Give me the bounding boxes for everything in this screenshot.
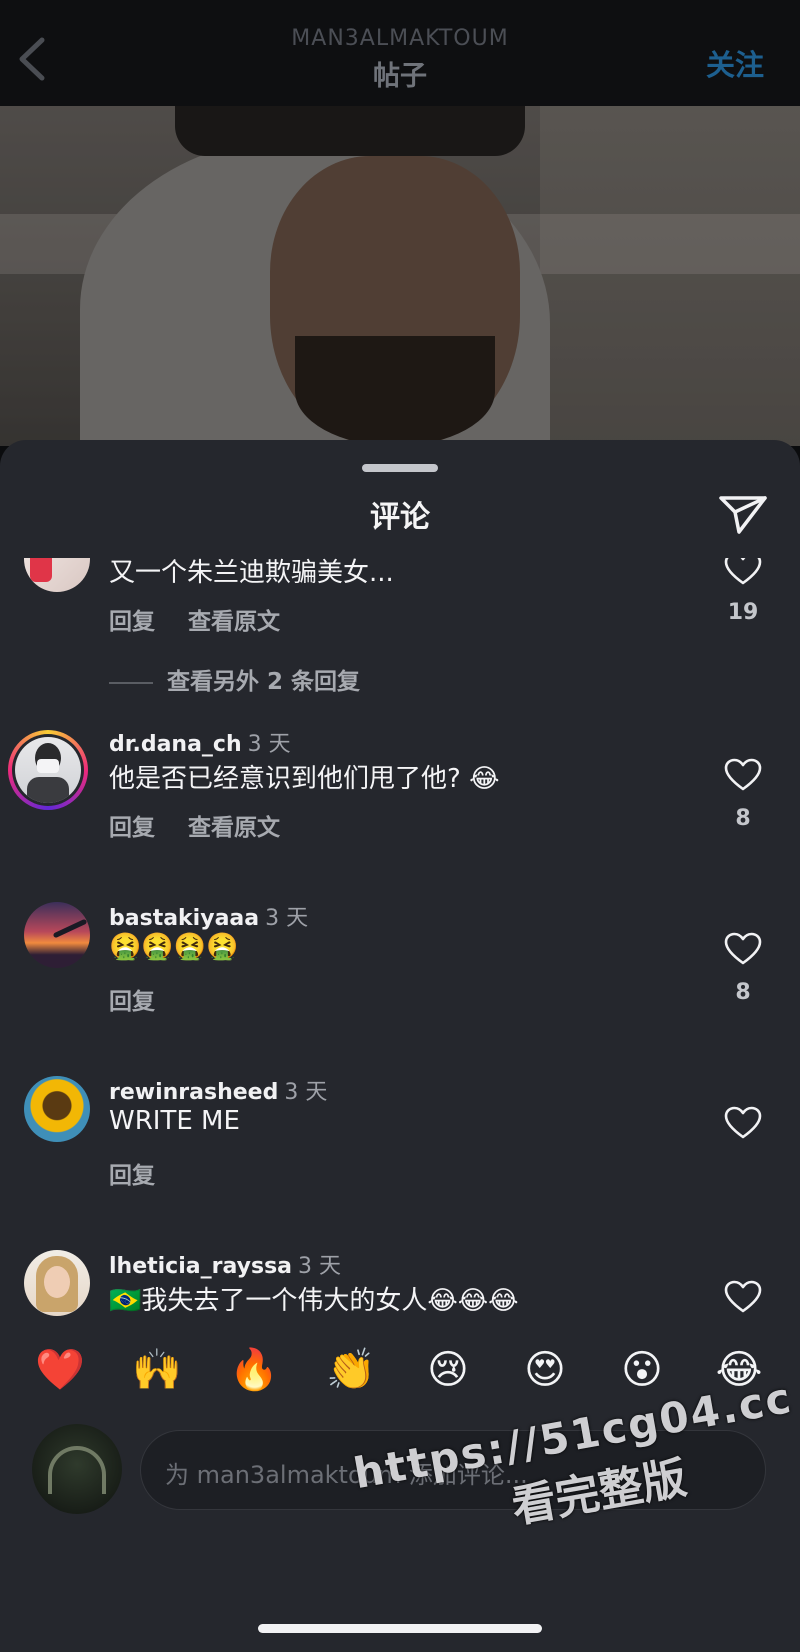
comment-item: rewinrasheed 3 天 WRITE ME 回复 (0, 1074, 800, 1244)
comment-text: 🇧🇷我失去了一个伟大的女人😂😂😂 (109, 1286, 519, 1316)
comment-time: 3 天 (265, 906, 309, 931)
see-translation-button[interactable]: 查看原文 (188, 609, 280, 635)
post-image (0, 106, 800, 446)
comment-item: dr.dana_ch 3 天 他是否已经意识到他们甩了他? 😂 回复 查看原文 8 (0, 726, 800, 896)
heart-icon[interactable] (724, 932, 762, 966)
heart-icon[interactable] (724, 558, 762, 586)
avatar[interactable] (24, 1076, 90, 1142)
comment-item: bastakiyaaa 3 天 🤮🤮🤮🤮 回复 8 (0, 900, 800, 1070)
comment-time: 3 天 (298, 1254, 342, 1279)
heart-icon[interactable] (724, 758, 762, 792)
like-count: 8 (735, 806, 751, 831)
comment-username[interactable]: bastakiyaaa (109, 906, 259, 931)
comment-text: 🤮🤮🤮🤮 (109, 932, 239, 962)
sheet-drag-handle[interactable] (362, 464, 438, 472)
share-send-icon[interactable] (717, 492, 769, 536)
fire-emoji[interactable]: 🔥 (226, 1342, 282, 1398)
comment-item: lheticia_rayssa 3 天 🇧🇷我失去了一个伟大的女人😂😂😂 (0, 1248, 800, 1335)
view-more-replies-label: 查看另外 2 条回复 (167, 669, 361, 695)
comment-header: dr.dana_ch 3 天 (109, 726, 291, 758)
divider-line (109, 681, 153, 684)
clapping-hands-emoji[interactable]: 👏 (323, 1342, 379, 1398)
comment-header: bastakiyaaa 3 天 (109, 900, 308, 932)
heart-icon[interactable] (724, 1106, 762, 1140)
home-indicator[interactable] (258, 1624, 542, 1633)
comments-list[interactable]: 又一个朱兰迪欺骗美女... 回复 查看原文 19 查看另外 2 条回复 dr.d… (0, 558, 800, 1335)
heart-eyes-emoji[interactable]: 😍 (517, 1342, 573, 1398)
comment-text: WRITE ME (109, 1106, 240, 1136)
reply-button[interactable]: 回复 (109, 815, 155, 841)
reply-button[interactable]: 回复 (109, 1163, 155, 1189)
page-title: 帖子 (373, 61, 427, 92)
comment-text: 他是否已经意识到他们甩了他? 😂 (109, 764, 500, 794)
heart-icon[interactable] (724, 1280, 762, 1314)
surprised-face-emoji[interactable]: 😮 (614, 1342, 670, 1398)
comment-actions: 回复 查看原文 (109, 808, 313, 842)
comment-item: 又一个朱兰迪欺骗美女... 回复 查看原文 19 查看另外 2 条回复 (0, 558, 800, 738)
sheet-title: 评论 (370, 500, 430, 535)
current-user-avatar (32, 1424, 122, 1514)
comment-header: lheticia_rayssa 3 天 (109, 1248, 341, 1280)
reply-button[interactable]: 回复 (109, 989, 155, 1015)
avatar[interactable] (24, 558, 90, 592)
comment-username[interactable]: rewinrasheed (109, 1080, 278, 1105)
avatar-story-ring[interactable] (8, 730, 88, 810)
crying-face-emoji[interactable]: 😢 (420, 1342, 476, 1398)
comment-time: 3 天 (284, 1080, 328, 1105)
post-author-username[interactable]: MAN3ALMAKTOUM (0, 26, 800, 51)
comment-composer: 为 man3almaktoum 添加评论... (0, 1412, 800, 1532)
comment-text: 又一个朱兰迪欺骗美女... (109, 558, 394, 588)
comment-actions: 回复 (109, 1156, 188, 1190)
red-heart-emoji[interactable]: ❤️ (32, 1342, 88, 1398)
raising-hands-emoji[interactable]: 🙌 (129, 1342, 185, 1398)
comments-sheet: 评论 又一个朱兰迪欺骗美女... 回复 查看原文 19 查看另外 2 条回复 d… (0, 440, 800, 1652)
like-count: 19 (727, 600, 759, 625)
comment-time: 3 天 (247, 732, 291, 757)
view-more-replies[interactable]: 查看另外 2 条回复 (109, 662, 360, 696)
comment-username[interactable]: lheticia_rayssa (109, 1254, 292, 1279)
comment-username[interactable]: dr.dana_ch (109, 732, 242, 757)
like-count: 8 (735, 980, 751, 1005)
comment-input-placeholder: 为 man3almaktoum 添加评论... (165, 1461, 528, 1489)
laughing-tears-emoji[interactable]: 😂 (711, 1342, 767, 1398)
see-translation-button[interactable]: 查看原文 (188, 815, 280, 841)
avatar[interactable] (24, 902, 90, 968)
comment-header: rewinrasheed 3 天 (109, 1074, 327, 1106)
comment-actions: 回复 (109, 982, 188, 1016)
reply-button[interactable]: 回复 (109, 609, 155, 635)
follow-button[interactable]: 关注 (706, 42, 764, 84)
comment-input[interactable]: 为 man3almaktoum 添加评论... (140, 1430, 766, 1510)
comment-actions: 回复 查看原文 (109, 602, 313, 636)
top-nav-bar: MAN3ALMAKTOUM 帖子 关注 (0, 0, 800, 106)
emoji-quick-reactions: ❤️ 🙌 🔥 👏 😢 😍 😮 😂 (0, 1330, 800, 1410)
avatar[interactable] (24, 1250, 90, 1316)
